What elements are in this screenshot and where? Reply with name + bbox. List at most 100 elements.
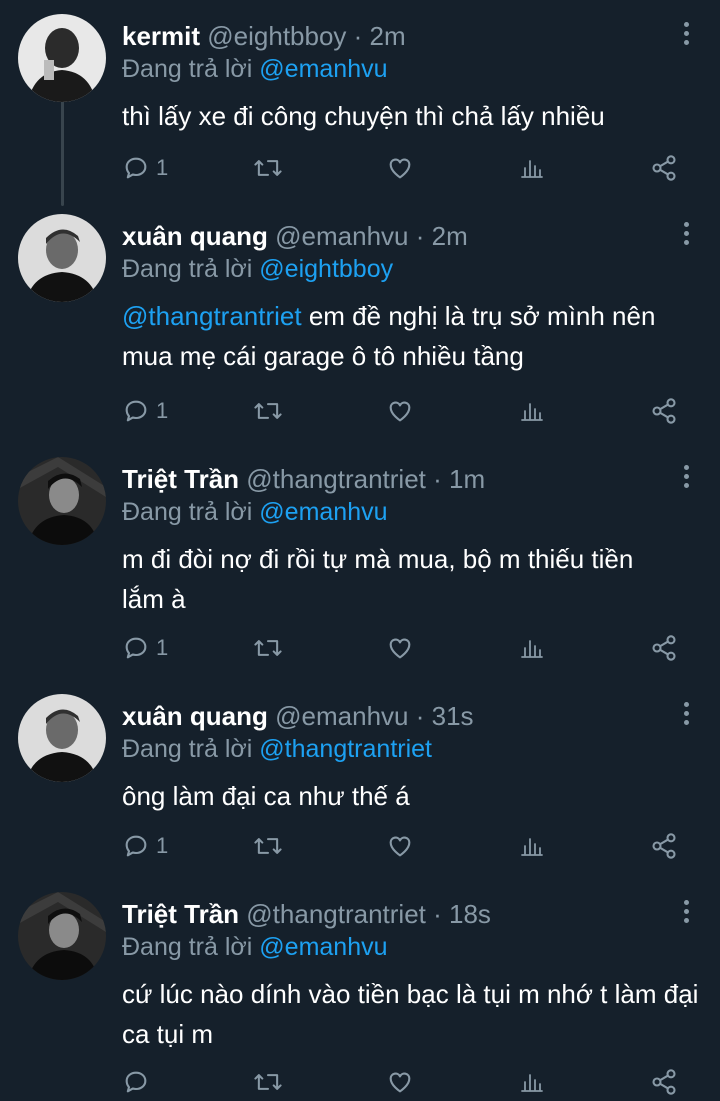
retweet-icon: [254, 640, 282, 656]
tweet-header: Triệt Trần @thangtrantriet · 18s: [122, 896, 491, 932]
retweet-icon: [254, 403, 282, 419]
user-handle[interactable]: @thangtrantriet: [246, 899, 426, 929]
tweet-text-content: ông làm đại ca như thế á: [122, 781, 410, 811]
display-name[interactable]: kermit: [122, 21, 200, 51]
replying-prefix: Đang trả lời: [122, 55, 253, 83]
analytics-button[interactable]: [520, 1064, 544, 1100]
reply-icon: [125, 400, 147, 422]
reply-count: 1: [156, 635, 169, 660]
retweet-button[interactable]: [252, 1064, 284, 1100]
mention-link[interactable]: @thangtrantriet: [122, 301, 302, 331]
replying-prefix: Đang trả lời: [122, 498, 253, 526]
user-handle[interactable]: @eightbboy: [207, 21, 346, 51]
share-button[interactable]: [650, 630, 678, 666]
replying-to: Đang trả lời @thangtrantriet: [122, 732, 432, 766]
analytics-icon: [521, 1074, 543, 1092]
replying-handle-link[interactable]: @emanhvu: [259, 498, 387, 526]
avatar[interactable]: [18, 694, 106, 782]
tweet-text: thì lấy xe đi công chuyện thì chả lấy nh…: [122, 96, 702, 136]
reply-button[interactable]: [122, 1064, 156, 1100]
analytics-icon: [521, 403, 543, 421]
share-icon: [652, 1069, 676, 1095]
timestamp[interactable]: · 31s: [416, 701, 474, 731]
tweet[interactable]: Triệt Trần @thangtrantriet · 18s Đang tr…: [0, 878, 720, 1101]
tweet-header: kermit @eightbboy · 2m: [122, 18, 406, 54]
avatar[interactable]: [18, 214, 106, 302]
replying-handle-link[interactable]: @emanhvu: [259, 55, 387, 83]
reply-count: 1: [156, 833, 169, 858]
tweet-text: cứ lúc nào dính vào tiền bạc là tụi m nh…: [122, 974, 702, 1054]
retweet-icon: [254, 838, 282, 854]
more-icon[interactable]: [680, 702, 692, 732]
like-button[interactable]: [386, 630, 414, 666]
user-handle[interactable]: @thangtrantriet: [246, 464, 426, 494]
action-bar: 1: [122, 393, 682, 429]
display-name[interactable]: Triệt Trần: [122, 464, 239, 494]
display-name[interactable]: Triệt Trần: [122, 899, 239, 929]
timestamp[interactable]: · 18s: [433, 899, 491, 929]
retweet-icon: [254, 160, 282, 176]
replying-handle-link[interactable]: @thangtrantriet: [259, 735, 432, 763]
analytics-button[interactable]: [520, 630, 544, 666]
replying-prefix: Đang trả lời: [122, 735, 253, 763]
replying-prefix: Đang trả lời: [122, 933, 253, 961]
analytics-button[interactable]: [520, 150, 544, 186]
more-icon[interactable]: [680, 465, 692, 495]
share-button[interactable]: [650, 828, 678, 864]
like-button[interactable]: [386, 393, 414, 429]
timestamp[interactable]: · 2m: [416, 221, 468, 251]
share-button[interactable]: [650, 1064, 678, 1100]
tweet-header: Triệt Trần @thangtrantriet · 1m: [122, 461, 485, 497]
more-icon[interactable]: [680, 222, 692, 252]
like-button[interactable]: [386, 150, 414, 186]
replying-to: Đang trả lời @emanhvu: [122, 52, 388, 86]
timestamp[interactable]: · 2m: [354, 21, 406, 51]
retweet-button[interactable]: [252, 828, 284, 864]
tweet[interactable]: kermit @eightbboy · 2m Đang trả lời @ema…: [0, 0, 720, 205]
reply-icon: [125, 835, 147, 857]
timestamp[interactable]: · 1m: [433, 464, 485, 494]
retweet-icon: [254, 1074, 282, 1090]
analytics-icon: [521, 640, 543, 658]
user-handle[interactable]: @emanhvu: [275, 221, 408, 251]
analytics-button[interactable]: [520, 828, 544, 864]
avatar[interactable]: [18, 14, 106, 102]
user-handle[interactable]: @emanhvu: [275, 701, 408, 731]
tweet[interactable]: xuân quang @emanhvu · 2m Đang trả lời @e…: [0, 200, 720, 440]
action-bar: 1: [122, 150, 682, 186]
tweet[interactable]: Triệt Trần @thangtrantriet · 1m Đang trả…: [0, 443, 720, 679]
reply-button[interactable]: 1: [122, 828, 168, 864]
like-icon: [389, 401, 411, 422]
replying-handle-link[interactable]: @eightbboy: [259, 255, 393, 283]
avatar[interactable]: [18, 892, 106, 980]
avatar[interactable]: [18, 457, 106, 545]
like-icon: [389, 638, 411, 659]
reply-button[interactable]: 1: [122, 393, 168, 429]
more-icon[interactable]: [680, 22, 692, 52]
display-name[interactable]: xuân quang: [122, 221, 268, 251]
like-button[interactable]: [386, 1064, 414, 1100]
action-bar: 1: [122, 828, 682, 864]
tweet-text-content: thì lấy xe đi công chuyện thì chả lấy nh…: [122, 101, 605, 131]
display-name[interactable]: xuân quang: [122, 701, 268, 731]
reply-count: 1: [156, 398, 169, 423]
tweet[interactable]: xuân quang @emanhvu · 31s Đang trả lời @…: [0, 680, 720, 876]
reply-button[interactable]: 1: [122, 630, 168, 666]
reply-button[interactable]: 1: [122, 150, 168, 186]
tweet-text: m đi đòi nợ đi rồi tự mà mua, bộ m thiếu…: [122, 539, 682, 619]
retweet-button[interactable]: [252, 393, 284, 429]
share-button[interactable]: [650, 393, 678, 429]
like-icon: [389, 158, 411, 179]
share-icon: [652, 398, 676, 424]
share-button[interactable]: [650, 150, 678, 186]
more-icon[interactable]: [680, 900, 692, 930]
tweet-text-content: cứ lúc nào dính vào tiền bạc là tụi m nh…: [122, 979, 699, 1049]
retweet-button[interactable]: [252, 150, 284, 186]
retweet-button[interactable]: [252, 630, 284, 666]
analytics-icon: [521, 160, 543, 178]
like-button[interactable]: [386, 828, 414, 864]
tweet-header: xuân quang @emanhvu · 31s: [122, 698, 474, 734]
replying-handle-link[interactable]: @emanhvu: [259, 933, 387, 961]
analytics-button[interactable]: [520, 393, 544, 429]
replying-prefix: Đang trả lời: [122, 255, 253, 283]
